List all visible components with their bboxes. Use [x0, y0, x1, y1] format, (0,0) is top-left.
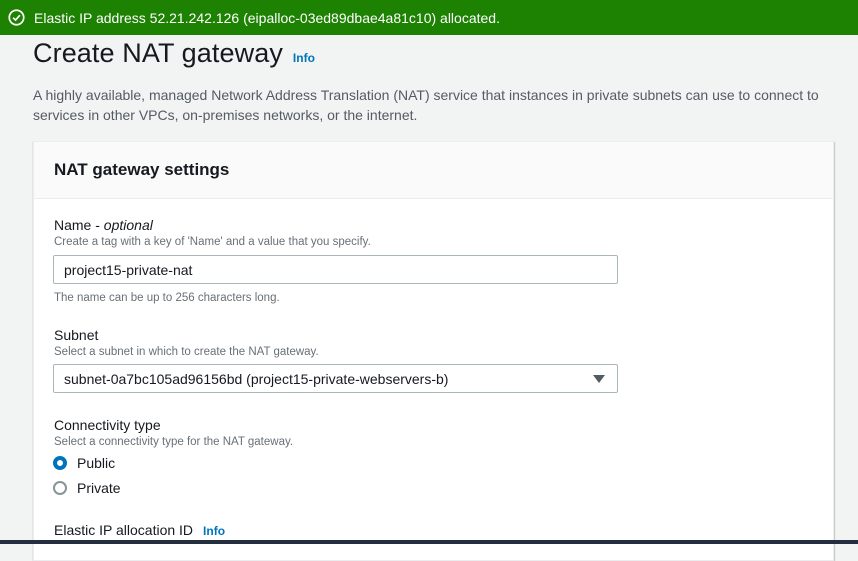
subnet-selected-value: subnet-0a7bc105ad96156bd (project15-priv…: [64, 370, 449, 387]
panel-title: NAT gateway settings: [54, 160, 230, 179]
eip-info-link[interactable]: Info: [203, 524, 225, 538]
eip-field-label-group: Elastic IP allocation ID Info: [54, 521, 225, 539]
radio-private[interactable]: Private: [53, 480, 121, 496]
page-header: Create NAT gateway Info: [33, 38, 315, 69]
panel-header: NAT gateway settings: [34, 142, 833, 199]
subnet-label: Subnet: [54, 327, 99, 343]
check-circle-icon: [8, 9, 25, 26]
optional-label: optional: [103, 217, 153, 233]
radio-public-label: Public: [77, 455, 116, 471]
name-hint: Create a tag with a key of 'Name' and a …: [54, 236, 371, 248]
name-input[interactable]: [53, 255, 618, 284]
radio-checked-icon: [53, 456, 67, 470]
flash-message: Elastic IP address 52.21.242.126 (eipall…: [34, 9, 500, 26]
connectivity-hint: Select a connectivity type for the NAT g…: [54, 436, 294, 448]
eip-label: Elastic IP allocation ID: [54, 522, 194, 538]
name-label: Name - optional: [54, 217, 153, 233]
radio-unchecked-icon: [53, 481, 67, 495]
radio-public[interactable]: Public: [53, 455, 115, 471]
connectivity-label: Connectivity type: [54, 417, 161, 433]
subnet-hint: Select a subnet in which to create the N…: [54, 346, 319, 358]
page-title: Create NAT gateway: [33, 38, 283, 68]
bottom-bar: [0, 540, 858, 544]
name-constraint-hint: The name can be up to 256 characters lon…: [54, 292, 280, 304]
page-description: A highly available, managed Network Addr…: [33, 87, 819, 123]
subnet-select[interactable]: subnet-0a7bc105ad96156bd (project15-priv…: [53, 364, 618, 393]
name-field-label-group: Name - optional Create a tag with a key …: [54, 216, 371, 250]
info-link[interactable]: Info: [293, 51, 315, 65]
success-flash-banner: Elastic IP address 52.21.242.126 (eipall…: [0, 0, 858, 35]
connectivity-field-label-group: Connectivity type Select a connectivity …: [54, 416, 293, 450]
subnet-field-label-group: Subnet Select a subnet in which to creat…: [54, 326, 319, 360]
radio-private-label: Private: [77, 480, 121, 496]
caret-down-icon: [593, 375, 605, 383]
nat-gateway-settings-panel: NAT gateway settings Name - optional Cre…: [33, 141, 834, 561]
